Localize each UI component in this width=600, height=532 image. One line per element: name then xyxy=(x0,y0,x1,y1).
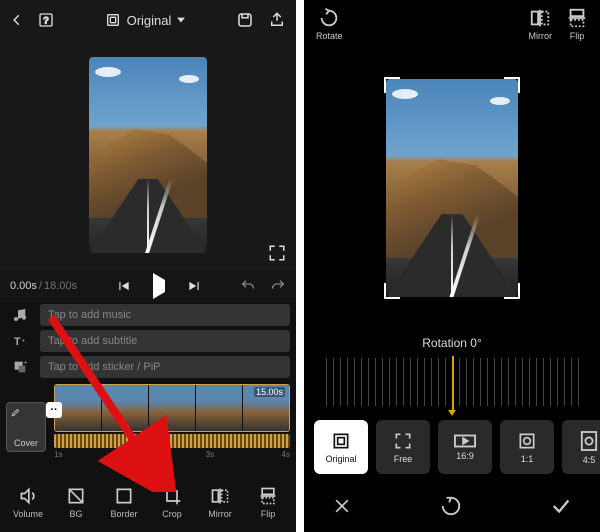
time-separator: / xyxy=(39,280,42,292)
ratio-original-label: Original xyxy=(325,454,356,464)
crop-label: Crop xyxy=(162,509,182,519)
save-icon[interactable] xyxy=(236,11,254,29)
rotation-readout: Rotation 0° xyxy=(304,336,600,350)
next-frame-icon[interactable] xyxy=(187,279,201,293)
ratio-4-5[interactable]: 4:5 xyxy=(562,420,600,474)
mirror-button[interactable]: Mirror xyxy=(529,7,553,41)
text-track-icon[interactable]: T+ xyxy=(0,333,40,349)
flip-label: Flip xyxy=(570,31,585,41)
ratio-1-1[interactable]: 1:1 xyxy=(500,420,554,474)
ratio-16-9[interactable]: 16:9 xyxy=(438,420,492,474)
ratio-4-5-label: 4:5 xyxy=(583,455,596,465)
flip-label: Flip xyxy=(261,509,276,519)
bg-tool[interactable]: BG xyxy=(52,486,100,526)
cover-label: Cover xyxy=(14,438,38,448)
sticker-placeholder[interactable]: Tap to add sticker / PiP xyxy=(40,356,290,378)
total-time: 18.00s xyxy=(44,280,77,292)
mirror-tool[interactable]: Mirror xyxy=(196,486,244,526)
help-icon[interactable]: ? xyxy=(38,12,54,28)
crop-handle-tl[interactable] xyxy=(384,77,400,93)
aspect-ratio-row: Original Free 16:9 1:1 4:5 xyxy=(304,406,600,482)
mirror-label: Mirror xyxy=(208,509,232,519)
music-placeholder[interactable]: Tap to add music xyxy=(40,304,290,326)
ratio-16-9-label: 16:9 xyxy=(456,451,474,461)
edit-icon xyxy=(11,407,21,417)
flip-tool[interactable]: Flip xyxy=(244,486,292,526)
back-icon[interactable] xyxy=(10,13,24,27)
volume-label: Volume xyxy=(13,509,43,519)
crop-tool[interactable]: Crop xyxy=(148,486,196,526)
rotate-label: Rotate xyxy=(316,31,343,41)
aspect-ratio-label: Original xyxy=(127,13,172,28)
crop-handle-tr[interactable] xyxy=(504,77,520,93)
cover-button[interactable]: Cover xyxy=(6,402,46,452)
crop-pane: Rotate Mirror Flip Rotation 0° Original xyxy=(300,0,600,532)
video-preview[interactable] xyxy=(89,57,207,253)
timeline-tracks: Tap to add music T+ Tap to add subtitle … xyxy=(0,302,296,480)
timeline-ruler: 1s 2s 3s 4s xyxy=(54,450,290,464)
svg-text:+: + xyxy=(21,337,25,344)
subtitle-placeholder[interactable]: Tap to add subtitle xyxy=(40,330,290,352)
ratio-free-label: Free xyxy=(394,454,413,464)
border-tool[interactable]: Border xyxy=(100,486,148,526)
border-label: Border xyxy=(110,509,137,519)
play-icon[interactable] xyxy=(153,280,165,292)
reset-icon[interactable] xyxy=(440,495,462,517)
volume-tool[interactable]: Volume xyxy=(4,486,52,526)
crop-header: Rotate Mirror Flip xyxy=(304,0,600,48)
editor-pane: ? Original 0.00 xyxy=(0,0,300,532)
svg-text:?: ? xyxy=(43,15,48,25)
crop-frame[interactable] xyxy=(386,79,518,297)
confirm-bar xyxy=(304,482,600,530)
mirror-label: Mirror xyxy=(529,31,553,41)
preview-area xyxy=(0,40,296,270)
crop-canvas[interactable] xyxy=(304,48,600,328)
crop-handle-bl[interactable] xyxy=(384,283,400,299)
svg-text:+: + xyxy=(23,359,27,366)
flip-button[interactable]: Flip xyxy=(566,7,588,41)
export-icon[interactable] xyxy=(268,11,286,29)
ratio-1-1-label: 1:1 xyxy=(521,454,534,464)
redo-icon[interactable] xyxy=(270,278,286,294)
cancel-icon[interactable] xyxy=(332,496,352,516)
ratio-original[interactable]: Original xyxy=(314,420,368,474)
rotation-dial[interactable] xyxy=(320,358,584,406)
editor-header: ? Original xyxy=(0,0,296,40)
chevron-down-icon xyxy=(177,16,185,24)
crop-handle-br[interactable] xyxy=(504,283,520,299)
sticker-track-icon[interactable]: + xyxy=(0,359,40,375)
current-time: 0.00s xyxy=(10,280,37,292)
video-clip[interactable]: 15.00s xyxy=(54,384,290,432)
aspect-ratio-button[interactable]: Original xyxy=(105,12,186,28)
audio-waveform[interactable] xyxy=(54,434,290,448)
undo-icon[interactable] xyxy=(240,278,256,294)
playback-bar: 0.00s / 18.00s xyxy=(0,270,296,302)
music-track-icon[interactable] xyxy=(0,307,40,323)
rotate-button[interactable]: Rotate xyxy=(316,7,343,41)
svg-text:T: T xyxy=(14,336,21,348)
bottom-toolbar: Volume BG Border Crop Mirror Flip xyxy=(0,480,296,532)
confirm-icon[interactable] xyxy=(550,495,572,517)
fullscreen-icon[interactable] xyxy=(268,244,286,262)
clip-handle[interactable]: ·· xyxy=(46,402,62,418)
ratio-free[interactable]: Free xyxy=(376,420,430,474)
prev-frame-icon[interactable] xyxy=(117,279,131,293)
bg-label: BG xyxy=(69,509,82,519)
clip-duration: 15.00s xyxy=(254,387,285,397)
